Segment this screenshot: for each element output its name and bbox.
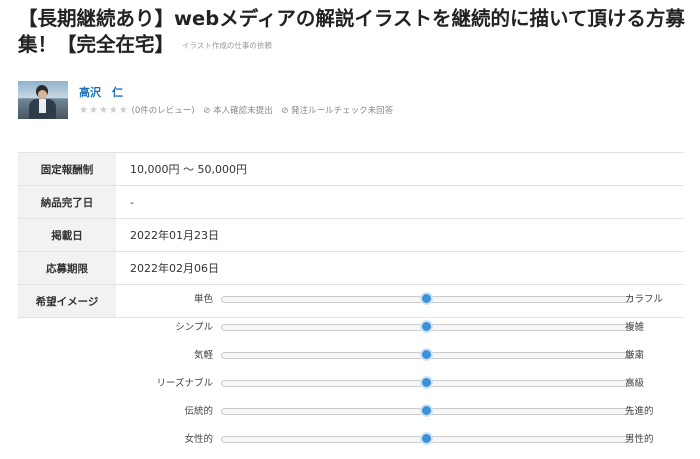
image-slider-row: シンプル 複雑	[129, 317, 689, 336]
slider-right-label: 厳粛	[625, 350, 645, 361]
image-slider-row: 気軽 厳粛	[129, 345, 689, 364]
rating-stars-icon: ★★★★★	[79, 105, 129, 116]
table-row: 納品完了日 -	[18, 185, 684, 219]
row-label: 希望イメージ	[18, 284, 116, 318]
image-slider-row: 単色 カラフル	[129, 289, 689, 308]
slider-right-label: 複雑	[625, 322, 645, 333]
image-slider-row: リーズナブル 高級	[129, 373, 689, 392]
slider-handle[interactable]	[420, 376, 433, 389]
slider-right-label: カラフル	[625, 294, 664, 305]
image-slider-row: 女性的 男性的	[129, 429, 689, 448]
slider-left-label: 単色	[193, 294, 213, 305]
image-slider-cell: 単色 カラフルシンプル 複雑気軽 厳粛リーズナブル 高級伝統的 先進的女性的 男性的	[116, 284, 684, 445]
job-title-text: 【長期継続あり】webメディアの解説イラストを継続的に描いて頂ける方募集！【完全…	[18, 7, 685, 56]
client-avatar[interactable]	[18, 81, 68, 119]
row-label: 掲載日	[18, 218, 116, 252]
slider-handle[interactable]	[420, 292, 433, 305]
rules-status: 発注ルールチェック未回答	[291, 106, 394, 116]
slider-right-label: 先進的	[625, 406, 654, 417]
table-row: 応募期限 2022年02月06日	[18, 251, 684, 285]
client-name[interactable]: 高沢 仁	[79, 84, 123, 100]
review-count[interactable]: (0件のレビュー)	[132, 106, 195, 116]
check-circle-icon: ⊘	[281, 106, 289, 116]
job-info-table: 固定報酬制 10,000円 ～ 50,000円 納品完了日 - 掲載日 2022…	[18, 152, 684, 445]
image-slider-row: 伝統的 先進的	[129, 401, 689, 420]
slider-handle[interactable]	[420, 404, 433, 417]
row-label: 納品完了日	[18, 185, 116, 219]
row-label: 固定報酬制	[18, 152, 116, 186]
slider-handle[interactable]	[420, 320, 433, 333]
slider-left-label: 女性的	[184, 434, 213, 445]
image-sliders: 単色 カラフルシンプル 複雑気軽 厳粛リーズナブル 高級伝統的 先進的女性的 男性的	[129, 289, 689, 453]
row-value: 2022年02月06日	[116, 251, 684, 285]
slider-left-label: シンプル	[175, 322, 213, 333]
job-title: 【長期継続あり】webメディアの解説イラストを継続的に描いて頂ける方募集！【完全…	[18, 6, 698, 59]
slider-handle[interactable]	[420, 348, 433, 361]
job-category[interactable]: イラスト作成の仕事の依頼	[182, 41, 272, 50]
slider-left-label: リーズナブル	[156, 378, 213, 389]
table-row: 固定報酬制 10,000円 ～ 50,000円	[18, 152, 684, 186]
slider-left-label: 伝統的	[184, 406, 213, 417]
slider-right-label: 男性的	[625, 434, 654, 445]
identity-status: 本人確認未提出	[213, 106, 273, 116]
row-value: 10,000円 ～ 50,000円	[116, 152, 684, 186]
slider-handle[interactable]	[420, 432, 433, 445]
client-meta: ★★★★★ (0件のレビュー) ⊘ 本人確認未提出 ⊘ 発注ルールチェック未回答	[79, 104, 393, 116]
slider-right-label: 高級	[625, 378, 645, 389]
row-value: -	[116, 185, 684, 219]
row-label: 応募期限	[18, 251, 116, 285]
table-row: 掲載日 2022年01月23日	[18, 218, 684, 252]
slider-left-label: 気軽	[193, 350, 213, 361]
row-value: 2022年01月23日	[116, 218, 684, 252]
check-circle-icon: ⊘	[203, 106, 211, 116]
table-row: 希望イメージ 単色 カラフルシンプル 複雑気軽 厳粛リーズナブル 高級伝統的 先進的女性的…	[18, 284, 684, 445]
